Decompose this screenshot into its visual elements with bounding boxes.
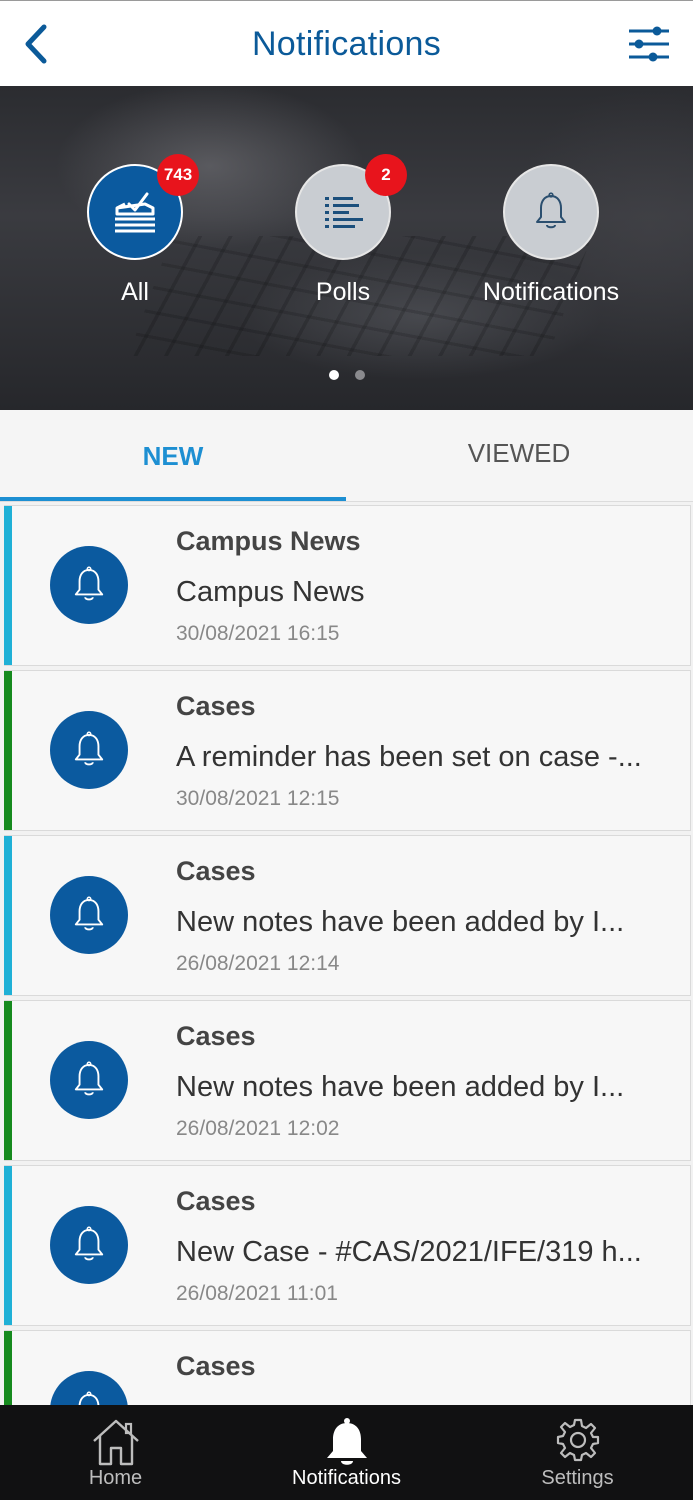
notification-timestamp: 26/08/2021 12:02	[176, 1117, 340, 1140]
notification-category: Cases	[176, 856, 256, 886]
gear-icon	[556, 1418, 599, 1462]
list-item[interactable]: Cases New notes have been added by I... …	[4, 1000, 691, 1161]
sliders-icon	[629, 26, 669, 62]
bottom-nav: Home Notifications Settings	[0, 1405, 693, 1500]
notification-avatar	[50, 1206, 128, 1284]
nav-home[interactable]: Home	[0, 1405, 231, 1500]
category-polls[interactable]: 2 Polls	[263, 154, 423, 307]
notification-list: Campus News Campus News 30/08/2021 16:15…	[0, 505, 693, 1495]
notification-message: A reminder has been set on case -...	[176, 741, 642, 773]
home-icon-wrap	[0, 1417, 231, 1469]
ballot-box-icon	[115, 192, 155, 233]
status-accent-bar	[4, 506, 12, 665]
list-item[interactable]: Cases New Case - #CAS/2021/IFE/319 h... …	[4, 1165, 691, 1326]
status-accent-bar	[4, 1001, 12, 1160]
notification-category: Cases	[176, 1021, 256, 1051]
tab-bar: NEW VIEWED	[0, 410, 693, 502]
notification-category: Cases	[176, 1186, 256, 1216]
category-label: Notifications	[482, 278, 620, 306]
nav-settings[interactable]: Settings	[462, 1405, 693, 1500]
filter-button[interactable]	[627, 25, 671, 63]
category-all-circle[interactable]: 743	[87, 154, 199, 260]
notification-message: New notes have been added by I...	[176, 1071, 625, 1103]
status-accent-bar	[4, 671, 12, 830]
nav-notifications-label: Notifications	[292, 1467, 401, 1489]
count-badge: 2	[365, 154, 407, 196]
notification-category: Cases	[176, 691, 256, 721]
nav-settings-label: Settings	[541, 1467, 614, 1489]
notification-message: New notes have been added by I...	[176, 906, 625, 938]
category-label: All	[121, 278, 149, 306]
notification-avatar	[50, 546, 128, 624]
nav-home-label: Home	[88, 1467, 143, 1489]
notification-category: Cases	[176, 1351, 256, 1381]
app-header: Notifications	[0, 0, 693, 86]
tab-active-indicator	[0, 497, 346, 501]
list-item[interactable]: Campus News Campus News 30/08/2021 16:15	[4, 505, 691, 666]
category-all[interactable]: 743 All	[55, 154, 215, 307]
home-icon	[92, 1419, 139, 1466]
bell-icon	[74, 1226, 104, 1261]
page-indicator	[0, 367, 693, 385]
notification-timestamp: 26/08/2021 12:14	[176, 952, 340, 975]
page-title: Notifications	[251, 25, 442, 63]
category-polls-circle[interactable]: 2	[295, 154, 407, 260]
page-dot-active[interactable]	[328, 370, 339, 380]
notification-category: Campus News	[176, 526, 361, 556]
count-badge: 743	[157, 154, 199, 196]
notification-message: Campus News	[176, 576, 365, 608]
bell-icon	[74, 896, 104, 931]
category-carousel: 743 All 2 Polls Notifications	[0, 86, 693, 410]
bell-icon	[326, 1418, 367, 1465]
list-item[interactable]: Cases New notes have been added by I... …	[4, 835, 691, 996]
category-label: Polls	[315, 278, 371, 306]
notification-avatar	[50, 876, 128, 954]
bell-icon	[74, 1061, 104, 1096]
notification-timestamp: 26/08/2021 11:01	[176, 1282, 338, 1305]
bell-icon	[74, 731, 104, 766]
status-accent-bar	[4, 836, 12, 995]
tab-new[interactable]: NEW	[0, 410, 346, 502]
nav-notifications[interactable]: Notifications	[231, 1405, 462, 1500]
page-dot[interactable]	[354, 370, 365, 380]
tab-viewed[interactable]: VIEWED	[346, 410, 692, 502]
gear-icon-wrap	[462, 1417, 693, 1469]
notification-timestamp: 30/08/2021 12:15	[176, 787, 340, 810]
category-notifications-circle[interactable]	[503, 164, 599, 260]
list-item[interactable]: Cases A reminder has been set on case -.…	[4, 670, 691, 831]
notification-message: New Case - #CAS/2021/IFE/319 h...	[176, 1236, 642, 1268]
bell-icon	[536, 192, 566, 229]
bell-icon	[74, 566, 104, 601]
bell-icon-wrap	[231, 1417, 462, 1469]
notification-timestamp: 30/08/2021 16:15	[176, 622, 340, 645]
notification-avatar	[50, 711, 128, 789]
category-notifications[interactable]: Notifications	[471, 164, 631, 307]
list-icon	[325, 197, 363, 228]
status-accent-bar	[4, 1166, 12, 1325]
notification-avatar	[50, 1041, 128, 1119]
